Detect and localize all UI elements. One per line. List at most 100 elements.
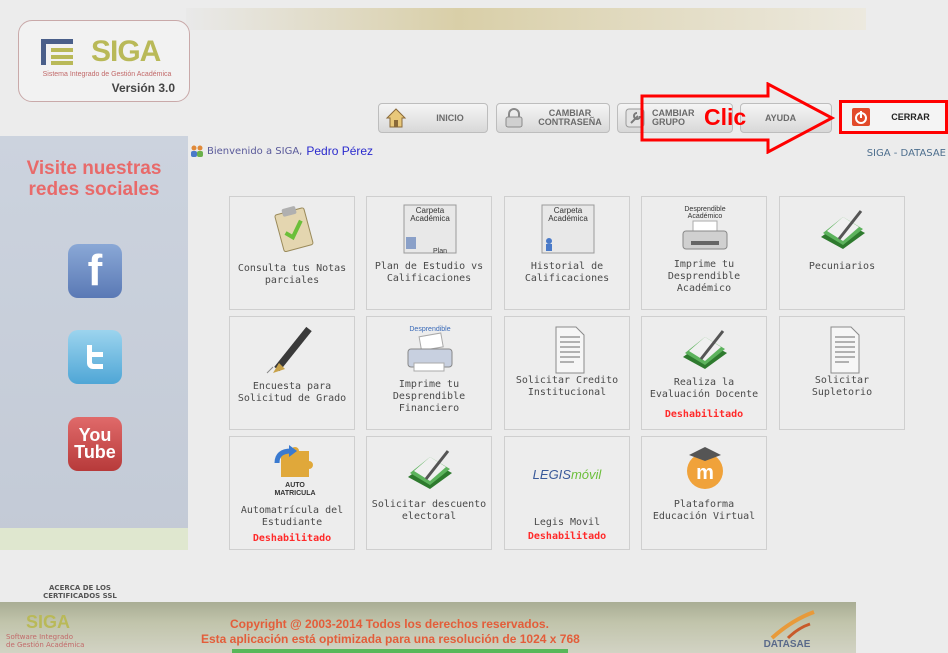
youtube-label: You Tube xyxy=(74,426,116,462)
tile-legis-movil[interactable]: LEGISmóvil Legis Movil Deshabilitado xyxy=(504,436,630,550)
cerrar-label: CERRAR xyxy=(891,111,930,122)
power-icon xyxy=(852,108,870,126)
caption-line: Consulta tus Notas xyxy=(237,263,347,274)
tile-consulta-notas-caption: Consulta tus Notas parciales xyxy=(234,263,350,287)
printer-title: Desprendible xyxy=(409,326,450,333)
legis-logo-word: LEGIS xyxy=(532,467,571,482)
caption-line: Realiza la xyxy=(673,377,735,388)
footer-logo-sub: Software Integrado de Gestión Académica xyxy=(6,633,102,649)
caption-line: Imprime tu xyxy=(673,259,735,270)
tile-descuento-electoral[interactable]: Solicitar descuento electoral xyxy=(366,436,492,550)
tile-legis-caption: Legis Movil xyxy=(509,517,625,529)
caption-line: Historial de xyxy=(530,261,604,272)
ssl-line2: CERTIFICADOS SSL xyxy=(43,592,117,600)
folder-title-2: Académica xyxy=(548,214,588,223)
tile-plataforma-caption: Plataforma Educación Virtual xyxy=(646,499,762,523)
folder-title-2: Académica xyxy=(410,214,450,223)
siga-logo: SIGA Sistema Integrado de Gestión Académ… xyxy=(18,20,190,102)
caption-line: Legis Movil xyxy=(533,517,601,528)
status-disabled: Deshabilitado xyxy=(252,533,332,544)
tile-encuesta-grado-caption: Encuesta para Solicitud de Grado xyxy=(234,381,350,405)
folder-sub: Plan xyxy=(433,248,447,255)
siga-logo-subtitle: Sistema Integrado de Gestión Académica xyxy=(42,71,172,78)
printer-icon: Desprendible xyxy=(407,326,453,372)
caption-line: Institucional xyxy=(527,387,607,398)
ssl-certificates-link[interactable]: ACERCA DE LOS CERTIFICADOS SSL xyxy=(30,584,130,600)
siga-logo-mark-icon xyxy=(41,39,73,65)
tile-desprendible-academico[interactable]: Desprendible Académico Imprime tu Despre… xyxy=(641,196,767,310)
youtube-tube: Tube xyxy=(74,442,116,462)
cerrar-button[interactable]: CERRAR xyxy=(839,100,948,134)
footer-green-bar xyxy=(232,649,568,653)
tile-supletorio[interactable]: Solicitar Supletorio xyxy=(779,316,905,430)
caption-line: Académico xyxy=(676,283,732,294)
cambiar-contrasena-line2: CONTRASEÑA xyxy=(538,117,602,127)
cambiar-contrasena-label: CAMBIAR CONTRASEÑA xyxy=(531,109,609,127)
inicio-label: INICIO xyxy=(436,112,464,123)
green-book-pen-icon xyxy=(408,450,452,489)
document-icon xyxy=(830,326,860,374)
puzzle-arrow-icon: AUTO MATRICULA xyxy=(274,445,316,497)
caption-line: Calificaciones xyxy=(386,273,472,284)
inicio-button[interactable]: INICIO xyxy=(378,103,488,133)
caption-line: Encuesta para xyxy=(252,381,332,392)
sidebar-bottom-strip xyxy=(0,528,188,550)
facebook-letter: f xyxy=(87,246,103,295)
tile-credito-institucional[interactable]: Solicitar Credito Institucional xyxy=(504,316,630,430)
tile-desprendible-financiero-caption: Imprime tu Desprendible Financiero xyxy=(371,379,487,415)
moodle-icon: m xyxy=(687,447,723,489)
tile-evaluacion-docente[interactable]: Realiza la Evaluación Docente Deshabilit… xyxy=(641,316,767,430)
twitter-t-glyph xyxy=(87,345,103,369)
tile-supletorio-caption: Solicitar Supletorio xyxy=(784,375,900,399)
tile-desprendible-financiero[interactable]: Desprendible Imprime tu Desprendible Fin… xyxy=(366,316,492,430)
caption-line: Solicitar Supletorio xyxy=(811,375,873,398)
datasae-swoosh-icon xyxy=(770,610,815,640)
movil-logo-word: móvil xyxy=(570,467,602,482)
fountain-pen-icon xyxy=(266,326,312,374)
siga-portal: SIGA Sistema Integrado de Gestión Académ… xyxy=(0,0,948,653)
org-label: SIGA - DATASAE xyxy=(866,148,946,159)
tile-descuento-caption: Solicitar descuento electoral xyxy=(371,499,487,523)
tile-consulta-notas[interactable]: Consulta tus Notas parciales xyxy=(229,196,355,310)
footer-logo-sub-2: de Gestión Académica xyxy=(6,641,85,649)
caption-line: Calificaciones xyxy=(524,273,610,284)
caption-line: Plataforma xyxy=(673,499,735,510)
printer-title-2: Académico xyxy=(688,213,723,220)
svg-text:m: m xyxy=(696,462,714,484)
caption-line: Financiero xyxy=(398,403,460,414)
resolution-text: Esta aplicación está optimizada para una… xyxy=(201,632,580,646)
printer-title-1: Desprendible xyxy=(684,206,725,213)
tile-pecuniarios[interactable]: Pecuniarios xyxy=(779,196,905,310)
caption-line: Desprendible xyxy=(667,271,741,282)
tile-automatricula[interactable]: AUTO MATRICULA Automatrícula del Estudia… xyxy=(229,436,355,550)
tile-credito-caption: Solicitar Credito Institucional xyxy=(509,375,625,399)
tile-historial[interactable]: Carpeta Académica Historial de Calificac… xyxy=(504,196,630,310)
footer-logo-word: SIGA xyxy=(26,612,71,632)
twitter-icon[interactable] xyxy=(68,330,122,384)
welcome-line: Bienvenido a SIGA, Pedro Pérez xyxy=(190,144,373,158)
facebook-icon[interactable]: f xyxy=(68,244,122,298)
tile-plataforma-virtual[interactable]: m Plataforma Educación Virtual xyxy=(641,436,767,550)
caption-line: Automatrícula del xyxy=(240,505,344,516)
cambiar-contrasena-button[interactable]: CAMBIAR CONTRASEÑA xyxy=(496,103,610,133)
siga-logo-word: SIGA xyxy=(91,35,161,68)
youtube-icon[interactable]: You Tube xyxy=(68,417,122,471)
folder-historial-icon: Carpeta Académica xyxy=(541,204,595,254)
users-icon xyxy=(191,145,203,157)
caption-line: Solicitar Credito xyxy=(515,375,619,386)
clic-annotation-text: Clic xyxy=(704,104,747,130)
caption-line: electoral xyxy=(401,511,457,522)
caption-line: Plan de Estudio vs xyxy=(374,261,484,272)
clipboard-check-icon xyxy=(274,206,314,253)
tile-encuesta-grado[interactable]: Encuesta para Solicitud de Grado xyxy=(229,316,355,430)
green-book-pen-icon xyxy=(821,210,865,249)
matricula-text: MATRICULA xyxy=(274,490,315,497)
version-label: Versión 3.0 xyxy=(111,81,175,95)
status-disabled: Deshabilitado xyxy=(664,409,744,420)
tile-plan-estudio[interactable]: Carpeta Académica Plan Plan de Estudio v… xyxy=(366,196,492,310)
user-name: Pedro Pérez xyxy=(306,144,374,158)
printer-icon: Desprendible Académico xyxy=(682,206,728,250)
caption-line: Solicitar descuento xyxy=(371,499,487,510)
status-disabled: Deshabilitado xyxy=(527,531,607,542)
ssl-line1: ACERCA DE LOS xyxy=(49,584,111,592)
